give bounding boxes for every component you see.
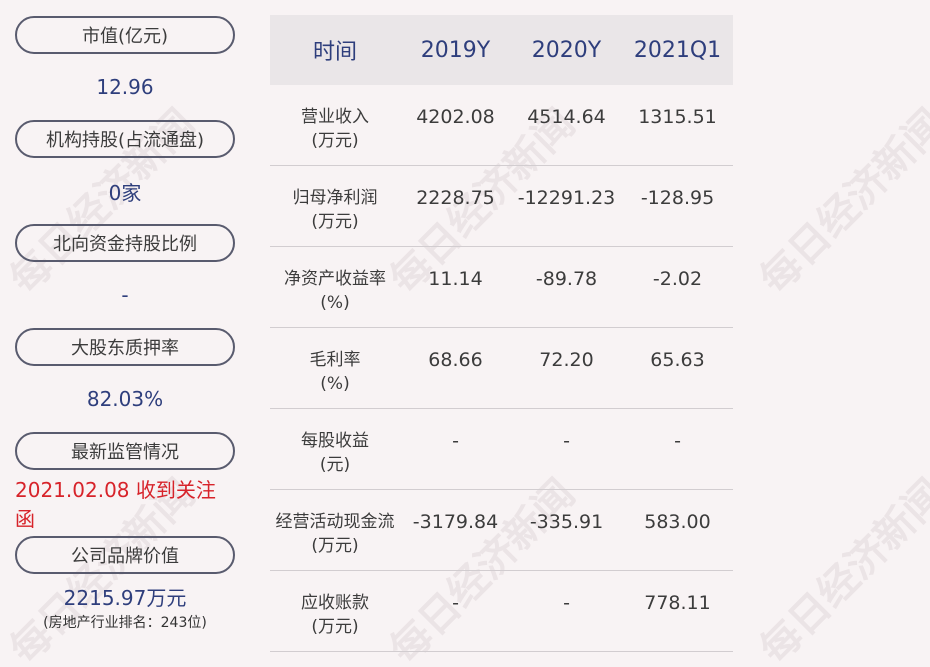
table-cell: - (452, 592, 459, 614)
row-label: 经营活动现金流 (万元) (275, 512, 395, 556)
watermark: 每日经济新闻 (751, 470, 930, 667)
market-cap-value: 12.96 (96, 75, 154, 99)
table-cell: -128.95 (640, 187, 715, 209)
pledge-rate-label: 大股东质押率 (15, 328, 235, 366)
table-cell: 583.00 (644, 511, 711, 533)
header-2020y: 2020Y (531, 37, 602, 63)
table-cell: 68.66 (428, 349, 483, 371)
watermark: 每日经济新闻 (751, 100, 930, 303)
row-label: 每股收益 (元) (301, 431, 369, 475)
table-cell: 4202.08 (416, 106, 495, 128)
row-label: 归母净利润 (万元) (292, 188, 378, 232)
brand-value: 2215.97万元 (房地产行业排名：243位) (43, 586, 207, 631)
table-cell: -335.91 (529, 511, 604, 533)
northbound-holding-label: 北向资金持股比例 (15, 224, 235, 262)
header-2019y: 2019Y (420, 37, 491, 63)
table-cell: 65.63 (650, 349, 705, 371)
table-cell: 72.20 (539, 349, 594, 371)
table-cell: 4514.64 (527, 106, 606, 128)
table-cell: - (674, 430, 681, 452)
financial-table: 时间 2019Y 2020Y 2021Q1 营业收入 (万元) 4202.08 4… (270, 15, 733, 652)
table-header: 时间 2019Y 2020Y 2021Q1 (270, 15, 733, 85)
pledge-rate-value: 82.03% (86, 387, 164, 411)
northbound-holding-value: - (121, 283, 129, 307)
table-cell: -2.02 (652, 268, 703, 290)
table-cell: - (563, 430, 570, 452)
market-cap-label: 市值(亿元) (15, 16, 235, 54)
table-row: 应收账款 (万元) - - 778.11 (270, 571, 733, 652)
table-row: 毛利率 (%) 68.66 72.20 65.63 (270, 328, 733, 409)
institutional-holding-value: 0家 (108, 180, 142, 205)
table-cell: - (452, 430, 459, 452)
row-label: 营业收入 (万元) (301, 107, 369, 151)
table-cell: - (563, 592, 570, 614)
institutional-holding-label: 机构持股(占流通盘) (15, 120, 235, 158)
brand-rank-note: (房地产行业排名：243位) (43, 615, 207, 631)
table-cell: -3179.84 (412, 511, 499, 533)
table-row: 经营活动现金流 (万元) -3179.84 -335.91 583.00 (270, 490, 733, 571)
row-label: 应收账款 (万元) (301, 593, 369, 637)
table-cell: 2228.75 (416, 187, 495, 209)
table-row: 净资产收益率 (%) 11.14 -89.78 -2.02 (270, 247, 733, 328)
table-row: 营业收入 (万元) 4202.08 4514.64 1315.51 (270, 85, 733, 166)
brand-value-label: 公司品牌价值 (15, 536, 235, 574)
regulatory-status-label: 最新监管情况 (15, 432, 235, 470)
regulatory-status-value: 2021.02.08 收到关注函 (15, 478, 216, 531)
table-cell: 778.11 (644, 592, 711, 614)
table-cell: 11.14 (428, 268, 483, 290)
table-row: 归母净利润 (万元) 2228.75 -12291.23 -128.95 (270, 166, 733, 247)
table-cell: 1315.51 (638, 106, 717, 128)
table-cell: -89.78 (535, 268, 598, 290)
row-label: 毛利率 (%) (309, 350, 361, 394)
header-2021q1: 2021Q1 (633, 37, 722, 63)
header-time: 时间 (312, 40, 357, 65)
left-summary-panel: 市值(亿元) 12.96 机构持股(占流通盘) 0家 北向资金持股比例 - 大股… (15, 16, 235, 640)
row-label: 净资产收益率 (%) (284, 269, 386, 313)
table-cell: -12291.23 (517, 187, 616, 209)
table-row: 每股收益 (元) - - - (270, 409, 733, 490)
